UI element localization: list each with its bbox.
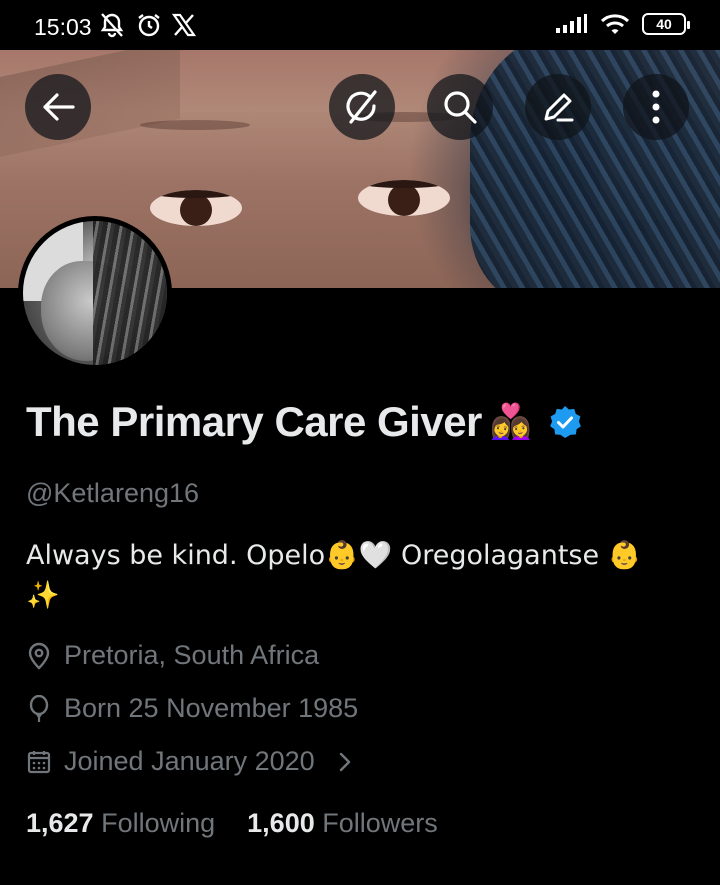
profile-name-row: The Primary Care Giver 👩‍❤️‍👩 <box>26 398 582 446</box>
back-button[interactable] <box>25 74 91 140</box>
display-name: The Primary Care Giver <box>26 398 482 445</box>
back-arrow-icon <box>43 93 75 121</box>
edit-icon <box>544 93 574 122</box>
follow-counts: 1,627 Following 1,600 Followers <box>26 808 438 839</box>
calendar-icon <box>27 750 51 773</box>
alarm-icon <box>138 14 160 37</box>
following-link[interactable]: 1,627 Following <box>26 808 215 839</box>
profile-handle: @Ketlareng16 <box>26 478 200 508</box>
x-logo-icon <box>172 13 196 37</box>
profile-location-row: Pretoria, South Africa <box>26 640 319 671</box>
banner-eye-right <box>358 180 450 216</box>
following-count: 1,627 <box>26 808 94 838</box>
bio-line-2: ✨ <box>26 580 60 611</box>
wifi-icon <box>600 14 630 34</box>
battery-level: 40 <box>656 16 672 32</box>
profile-joined-row[interactable]: Joined January 2020 <box>26 746 353 777</box>
following-label: Following <box>101 808 216 838</box>
status-icons-right: 40 <box>554 13 690 35</box>
verified-badge-icon[interactable] <box>548 405 582 439</box>
grok-icon <box>346 90 377 124</box>
balloon-icon <box>29 694 49 722</box>
mute-bell-icon <box>100 13 124 38</box>
bio-line-1: Always be kind. Opelo👶🤍 Oregolagantse 👶 <box>26 540 642 571</box>
location-pin-icon <box>28 642 50 670</box>
chevron-right-icon <box>339 752 350 771</box>
profile-birthday-row: Born 25 November 1985 <box>26 693 358 724</box>
status-bar: 15:03 40 <box>0 0 720 50</box>
profile-avatar[interactable] <box>18 216 172 370</box>
grok-button[interactable] <box>329 74 395 140</box>
followers-count: 1,600 <box>247 808 315 838</box>
banner-hair <box>470 50 720 288</box>
profile-birthday: Born 25 November 1985 <box>64 693 359 723</box>
banner-brow-left <box>140 120 250 130</box>
followers-link[interactable]: 1,600 Followers <box>247 808 438 839</box>
more-button[interactable] <box>623 74 689 140</box>
search-button[interactable] <box>427 74 493 140</box>
name-emoji: 👩‍❤️‍👩 <box>489 402 533 442</box>
search-icon <box>444 91 477 124</box>
status-icons-left <box>98 12 196 38</box>
profile-joined: Joined January 2020 <box>64 746 315 776</box>
followers-label: Followers <box>322 808 438 838</box>
profile-location: Pretoria, South Africa <box>64 640 320 670</box>
more-vertical-icon <box>652 90 660 124</box>
avatar-image <box>23 221 167 365</box>
battery-icon: 40 <box>642 13 690 35</box>
signal-icon <box>556 14 587 33</box>
status-time: 15:03 <box>34 14 92 40</box>
edit-button[interactable] <box>525 74 591 140</box>
profile-bio: Always be kind. Opelo👶🤍 Oregolagantse 👶 … <box>26 536 706 616</box>
